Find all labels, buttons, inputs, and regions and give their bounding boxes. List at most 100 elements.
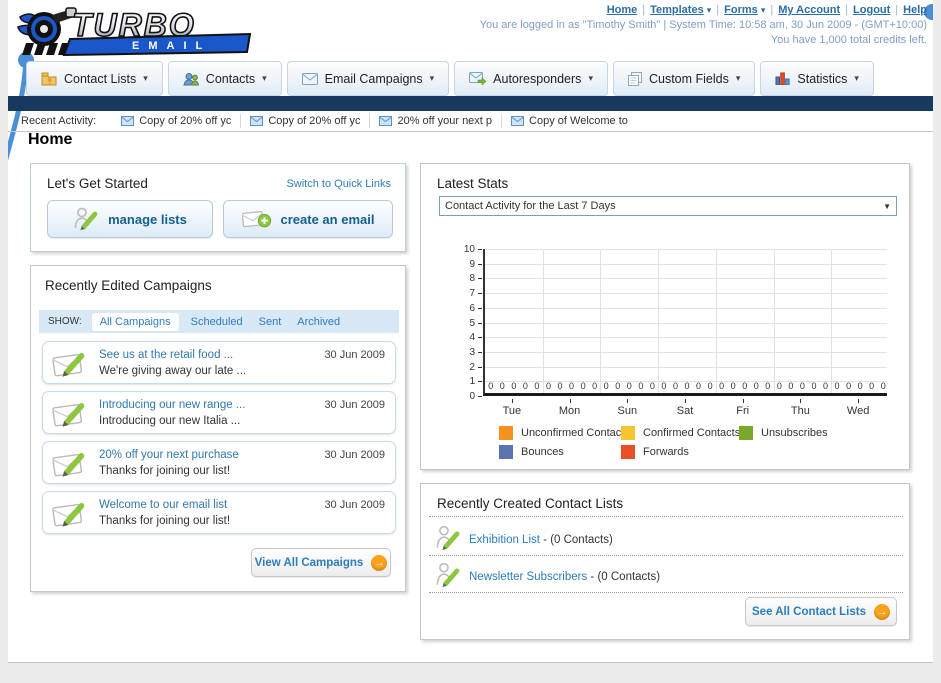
person-pencil-icon [436,562,460,588]
envelope-pencil-icon [52,403,85,427]
campaign-date: 30 Jun 2009 [324,349,385,361]
recent-activity-item[interactable]: 20% off your next p [370,114,503,128]
tab-contact-lists[interactable]: Contact Lists ▾ [26,61,163,96]
see-all-contact-lists-button[interactable]: See All Contact Lists → [745,597,897,626]
get-started-title: Let's Get Started [47,176,148,191]
campaign-row: 20% off your next purchase Thanks for jo… [42,441,396,484]
logo-subtitle-text: EMAIL [132,40,211,52]
filter-sent[interactable]: Sent [259,316,282,328]
top-nav: Home | Templates ▾ | Forms ▾ | My Account | Logo… [606,4,927,16]
y-axis-label: 8 [469,273,475,285]
chart-plot-area: 00000000000000000000000000000000000 [483,249,887,396]
x-axis-label: Thu [790,405,810,417]
bar-value-label: 0 [753,381,759,391]
envelope-icon [379,116,393,126]
nav-home[interactable]: Home [607,4,638,16]
dotted-divider [429,592,903,593]
stats-period-select[interactable]: Contact Activity for the Last 7 Days ▼ [439,196,897,216]
recent-activity-item[interactable]: Copy of 20% off yc [112,114,242,128]
nav-help[interactable]: Help [903,4,927,16]
bar-value-label: 0 [846,381,852,391]
nav-logout[interactable]: Logout [853,4,890,16]
x-axis-label: Fri [736,405,750,417]
tab-label: Statistics [797,71,848,86]
campaign-link[interactable]: Introducing our new range ... [99,399,245,411]
main-nav-tabs: Contact Lists ▾ Contacts ▾ Email Campaigns… [26,61,874,96]
switch-to-quick-links[interactable]: Switch to Quick Links [286,178,391,190]
tab-label: Email Campaigns [324,71,423,86]
bar-value-label: 0 [626,381,632,391]
filter-archived[interactable]: Archived [297,316,340,328]
chevron-down-icon: ▾ [735,73,741,83]
campaign-date: 30 Jun 2009 [324,449,385,461]
recent-activity-bar: Recent Activity: Copy of 20% off yc Copy… [8,111,933,132]
envelope-pencil-icon [52,503,85,527]
campaign-subtitle: Introducing our new Italia ... [99,415,241,427]
envelope-icon [301,72,318,85]
manage-lists-button[interactable]: manage lists [47,200,213,238]
bar-value-label: 0 [569,381,575,391]
bar-value-label: 0 [880,381,886,391]
bar-value-label: 0 [799,381,805,391]
dotted-divider [429,555,903,556]
tab-label: Custom Fields [648,71,729,86]
bar-value-label: 0 [788,381,794,391]
bar-value-label: 0 [822,381,828,391]
legend-swatch [499,426,513,440]
envelope-forward-icon [469,72,487,85]
latest-stats-title: Latest Stats [437,176,509,191]
campaign-row: Introducing our new range ... Introducin… [42,391,396,434]
y-axis-label: 7 [469,288,475,300]
bar-value-label: 0 [638,381,644,391]
people-icon [183,72,199,85]
bar-value-label: 0 [615,381,621,391]
nav-forms[interactable]: Forms [724,4,758,16]
contact-lists-panel: Recently Created Contact Lists Exhibitio… [420,483,910,640]
bar-value-label: 0 [742,381,748,391]
legend-swatch [621,426,635,440]
tab-autoresponders[interactable]: Autoresponders ▾ [454,61,608,96]
create-email-button[interactable]: create an email [223,200,393,238]
bar-value-label: 0 [707,381,713,391]
x-axis-label: Wed [846,405,870,417]
pages-icon [627,71,642,86]
recent-activity-item[interactable]: Copy of 20% off yc [241,114,371,128]
legend-swatch [499,445,513,459]
tab-custom-fields[interactable]: Custom Fields ▾ [612,61,756,96]
tab-label: Contacts [205,71,256,86]
bar-value-label: 0 [869,381,875,391]
page-title: Home [28,131,73,148]
tab-contacts[interactable]: Contacts ▾ [167,61,282,96]
campaign-date: 30 Jun 2009 [324,499,385,511]
recent-activity-item[interactable]: Copy of Welcome to [502,114,637,128]
x-axis-label: Sat [676,405,694,417]
filter-all-campaigns[interactable]: All Campaigns [91,312,179,331]
y-axis-label: 2 [469,361,475,373]
turbo-email-logo[interactable]: TURBO EMAIL [14,3,254,57]
view-all-campaigns-button[interactable]: View All Campaigns → [251,548,391,577]
bar-value-label: 0 [672,381,678,391]
nav-my-account[interactable]: My Account [778,4,840,16]
y-axis-label: 3 [469,346,475,358]
legend-swatch [739,426,753,440]
navy-divider-bar [8,96,933,111]
person-pencil-icon [436,525,460,551]
x-axis-label: Mon [558,405,581,417]
campaign-link[interactable]: See us at the retail food ... [99,349,233,361]
x-axis-label: Sun [617,405,638,417]
bar-value-label: 0 [511,381,517,391]
contact-list-link[interactable]: Newsletter Subscribers [469,571,587,583]
nav-templates[interactable]: Templates [650,4,704,16]
tab-email-campaigns[interactable]: Email Campaigns ▾ [286,61,450,96]
tab-statistics[interactable]: Statistics ▾ [760,61,874,96]
bar-value-label: 0 [488,381,494,391]
campaign-link[interactable]: Welcome to our email list [99,499,227,511]
bar-value-label: 0 [776,381,782,391]
contact-lists-title: Recently Created Contact Lists [437,496,624,511]
campaign-link[interactable]: 20% off your next purchase [99,449,239,461]
bar-value-label: 0 [811,381,817,391]
filter-scheduled[interactable]: Scheduled [191,316,243,328]
y-axis-label: 4 [469,332,475,344]
y-axis-label: 5 [469,317,475,329]
contact-list-link[interactable]: Exhibition List [469,534,540,546]
